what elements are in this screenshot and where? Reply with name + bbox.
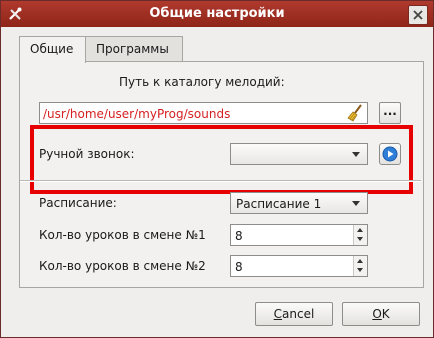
- arrow-down-icon[interactable]: [357, 237, 363, 241]
- melodies-path-value: /usr/home/user/myProg/sounds: [43, 107, 231, 121]
- close-icon[interactable]: [408, 5, 428, 25]
- shift2-spinbox[interactable]: 8: [230, 255, 368, 277]
- melodies-path-label: Путь к каталогу мелодий:: [119, 75, 285, 89]
- chevron-down-icon: [352, 201, 360, 206]
- shift2-value: 8: [235, 260, 243, 274]
- ok-mnemonic: O: [372, 307, 382, 321]
- schedule-select[interactable]: Расписание 1: [230, 192, 368, 214]
- shift1-spinbox[interactable]: 8: [230, 224, 368, 246]
- chevron-down-icon: [352, 152, 360, 157]
- play-icon: [382, 146, 398, 162]
- play-button[interactable]: [379, 143, 401, 165]
- spin-buttons[interactable]: [353, 256, 367, 276]
- section-divider: [20, 180, 421, 182]
- shift1-label: Кол-во уроков в смене №1: [39, 228, 206, 242]
- settings-dialog: Общие настройки Общие Программы Путь к к…: [0, 0, 434, 338]
- arrow-down-icon[interactable]: [357, 268, 363, 272]
- schedule-label: Расписание:: [39, 196, 117, 210]
- browse-button[interactable]: ...: [379, 102, 401, 124]
- manual-bell-label: Ручной звонок:: [39, 147, 135, 161]
- spin-buttons[interactable]: [353, 225, 367, 245]
- title-bar[interactable]: Общие настройки: [1, 1, 433, 27]
- shift1-value: 8: [235, 229, 243, 243]
- tab-general-label: Общие: [30, 42, 74, 56]
- schedule-selected: Расписание 1: [236, 197, 322, 211]
- tab-general[interactable]: Общие: [19, 36, 86, 63]
- window-title: Общие настройки: [149, 6, 285, 21]
- cancel-button-label: ancel: [282, 307, 315, 321]
- broom-icon[interactable]: [347, 104, 365, 122]
- arrow-up-icon[interactable]: [357, 228, 363, 232]
- shift2-label: Кол-во уроков в смене №2: [39, 259, 206, 273]
- arrow-up-icon[interactable]: [357, 259, 363, 263]
- ok-button-label: K: [381, 307, 390, 321]
- melodies-path-input[interactable]: /usr/home/user/myProg/sounds: [39, 102, 368, 124]
- browse-button-label: ...: [383, 104, 397, 118]
- manual-bell-select[interactable]: [230, 143, 368, 165]
- tab-programs[interactable]: Программы: [85, 36, 183, 61]
- cancel-mnemonic: C: [273, 307, 283, 321]
- cancel-button[interactable]: Cancel: [255, 302, 333, 326]
- tab-programs-label: Программы: [96, 42, 169, 56]
- ok-button[interactable]: OK: [342, 302, 420, 326]
